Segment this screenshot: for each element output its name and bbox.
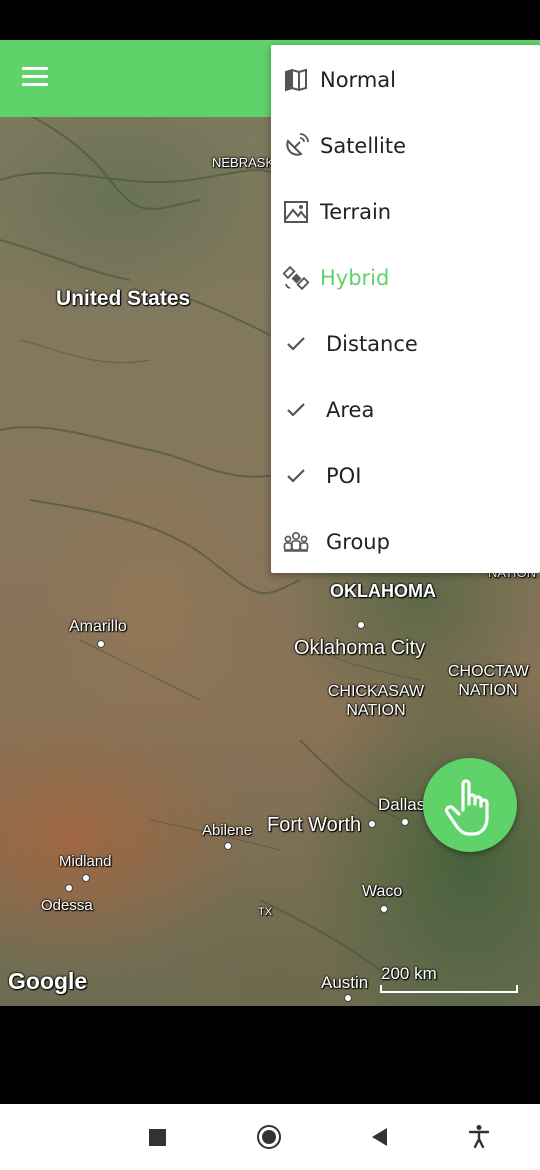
menu-item-normal[interactable]: Normal xyxy=(271,47,540,113)
map-label-dallas: Dallas xyxy=(378,795,426,814)
menu-item-label: Satellite xyxy=(320,134,407,158)
city-dot-waco xyxy=(380,905,388,913)
map-label-austin: Austin xyxy=(321,973,369,992)
menu-item-area[interactable]: Area xyxy=(271,377,540,443)
menu-item-poi[interactable]: POI xyxy=(271,443,540,509)
menu-item-label: Terrain xyxy=(320,200,392,224)
satellite-dish-icon xyxy=(286,133,309,156)
check-icon xyxy=(287,403,305,417)
system-nav-bar xyxy=(0,1104,540,1170)
recents-square-icon[interactable] xyxy=(149,1129,166,1146)
map-label-midland: Midland xyxy=(59,853,112,870)
city-dot-oklahoma-city xyxy=(357,621,365,629)
map-label-fort-worth: Fort Worth xyxy=(267,814,362,836)
map-label-oklahoma: OKLAHOMA xyxy=(330,581,436,601)
map-label-odessa: Odessa xyxy=(41,897,93,914)
city-dot-abilene xyxy=(224,842,232,850)
city-dot-dallas xyxy=(401,818,409,826)
city-dot-austin xyxy=(344,994,352,1002)
map-label-amarillo: Amarillo xyxy=(69,618,127,635)
menu-item-label: Normal xyxy=(320,68,396,92)
touch-mode-fab[interactable] xyxy=(423,758,517,852)
map-label-waco: Waco xyxy=(362,883,403,900)
map-label-oklahoma-city: Oklahoma City xyxy=(294,637,426,659)
menu-item-satellite[interactable]: Satellite xyxy=(271,113,540,179)
group-icon xyxy=(283,531,309,552)
satellite-icon xyxy=(283,265,309,291)
menu-item-label: Distance xyxy=(326,332,418,356)
city-dot-amarillo xyxy=(97,640,105,648)
accessibility-icon[interactable] xyxy=(468,1124,490,1148)
terrain-icon xyxy=(284,201,308,223)
hand-pointer-icon xyxy=(444,779,489,836)
menu-item-label: POI xyxy=(326,464,362,488)
city-dot-odessa xyxy=(65,884,73,892)
city-dot-fort-worth xyxy=(368,820,376,828)
map-label-united-states: United States xyxy=(56,287,191,310)
menu-item-label: Area xyxy=(326,398,375,422)
map-label-abilene: Abilene xyxy=(202,822,253,839)
check-icon xyxy=(287,337,305,351)
map-label-tx: TX xyxy=(258,906,273,918)
map-label-choctaw-nation: CHOCTAW NATION xyxy=(448,663,529,699)
scale-bar xyxy=(380,985,518,993)
map-icon xyxy=(285,68,307,92)
bottom-spacer xyxy=(0,1006,540,1104)
status-bar xyxy=(0,0,540,40)
back-triangle-icon[interactable] xyxy=(369,1126,391,1148)
menu-item-distance[interactable]: Distance xyxy=(271,311,540,377)
scale-label: 200 km xyxy=(381,964,437,983)
map-label-chickasaw-nation: CHICKASAW NATION xyxy=(327,683,425,719)
google-attribution: Google xyxy=(8,968,88,994)
menu-item-hybrid[interactable]: Hybrid xyxy=(271,245,540,311)
hamburger-menu-icon[interactable] xyxy=(22,67,54,91)
map-type-menu: Normal Satellite Terrain Hybrid Distance… xyxy=(271,45,540,573)
menu-item-label: Group xyxy=(326,530,390,554)
menu-item-group[interactable]: Group xyxy=(271,509,540,575)
menu-item-label: Hybrid xyxy=(320,266,390,290)
home-circle-icon[interactable] xyxy=(257,1125,281,1149)
city-dot-midland xyxy=(82,874,90,882)
menu-item-terrain[interactable]: Terrain xyxy=(271,179,540,245)
check-icon xyxy=(287,469,305,483)
